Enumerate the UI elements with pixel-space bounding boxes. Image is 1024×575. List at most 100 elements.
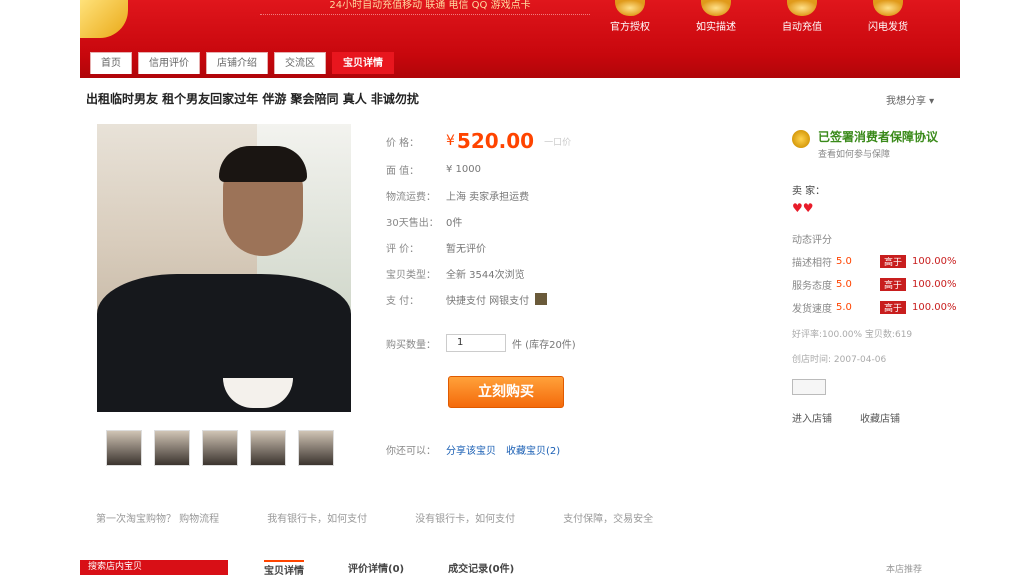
field-label: 面 值： (386, 165, 420, 177)
chat-icon[interactable] (792, 379, 826, 395)
currency-symbol: ¥ (446, 133, 455, 149)
field-label: 支 付： (386, 295, 420, 307)
thumbnail[interactable] (298, 430, 334, 466)
banner-slogan: 24小时自动充值移动 联通 电信 QQ 游戏点卡 (329, 0, 531, 11)
thumbnail[interactable] (106, 430, 142, 466)
dsr-row: 发货速度 5.0 高于 100.00% (792, 300, 962, 315)
product-info: 价 格： ¥ 520.00 一口价 面 值： ¥ 1000 物流运费： 上海 卖家承… (386, 126, 776, 356)
help-link[interactable]: 没有银行卡，如何支付 (415, 510, 515, 525)
badge-label: 自动充值 (782, 22, 822, 33)
price-value: 520.00 (456, 129, 535, 153)
tab-item-detail[interactable]: 宝贝详情 (332, 52, 394, 74)
payment-icon (535, 293, 548, 305)
coin-icon (873, 0, 903, 16)
dsr-tag: 高于 (880, 301, 907, 314)
coin-icon (787, 0, 817, 16)
coin-icon (615, 0, 645, 16)
tab-reviews[interactable]: 信用评价 (138, 52, 200, 74)
share-dropdown[interactable]: 我想分享 ▾ (886, 92, 934, 107)
share-row: 你还可以： 分享该宝贝 收藏宝贝(2) (386, 442, 560, 457)
store-nav-tabs: 首页 信用评价 店铺介绍 交流区 宝贝详情 (90, 52, 394, 74)
tab-item-details[interactable]: 宝贝详情 (264, 560, 304, 575)
quantity-input[interactable]: 1 (446, 334, 506, 352)
field-row: 评 价： 暂无评价 (386, 234, 776, 260)
tab-home[interactable]: 首页 (90, 52, 132, 74)
photo-person-body (97, 274, 351, 412)
favorite-item-link[interactable]: 收藏宝贝(2) (506, 442, 560, 457)
field-row: 宝贝类型： 全新 3544次浏览 (386, 260, 776, 286)
seller-rank-hearts: ♥♥ (792, 201, 814, 215)
dsr-percent: 100.00% (912, 302, 957, 313)
field-value: 快捷支付 网银支付 (446, 295, 530, 307)
share-label: 你还可以： (386, 446, 436, 457)
thumbnail[interactable] (250, 430, 286, 466)
banner-divider (260, 14, 590, 19)
shop-links: 进入店铺 收藏店铺 (792, 410, 962, 425)
badge-fast-shipping: 闪电发货 (856, 0, 920, 33)
field-row: 面 值： ¥ 1000 (386, 156, 776, 182)
shop-search-header: 搜索店内宝贝 (80, 560, 228, 575)
help-link[interactable]: 支付保障，交易安全 (563, 510, 653, 525)
seller-panel: 已签署消费者保障协议 查看如何参与保障 卖 家： ♥♥ 动态评分 描述相符 5.0… (792, 128, 962, 425)
tab-review-details[interactable]: 评价详情(0) (348, 560, 404, 575)
guarantee-icon (792, 130, 810, 148)
price-row: 价 格： ¥ 520.00 一口价 (386, 126, 776, 156)
help-links: 第一次淘宝购物？ 购物流程 我有银行卡，如何支付 没有银行卡，如何支付 支付保障… (96, 510, 896, 525)
field-label: 30天售出： (386, 217, 439, 229)
field-value: 全新 3544次浏览 (446, 269, 525, 281)
badge-label: 官方授权 (610, 22, 650, 33)
field-row: 物流运费： 上海 卖家承担运费 (386, 182, 776, 208)
dsr-label: 发货速度 (792, 304, 832, 315)
quantity-label: 购买数量： (386, 339, 436, 351)
thumbnail[interactable] (154, 430, 190, 466)
share-item-link[interactable]: 分享该宝贝 (446, 442, 496, 457)
dsr-percent: 100.00% (912, 279, 957, 290)
dsr-score: 5.0 (836, 279, 852, 290)
dsr-tag: 高于 (880, 278, 907, 291)
field-row: 30天售出： 0件 (386, 208, 776, 234)
product-photo (97, 124, 351, 412)
badge-official: 官方授权 (598, 0, 662, 33)
field-value: ¥ 1000 (446, 163, 481, 175)
buy-now-button[interactable]: 立刻购买 (448, 376, 564, 408)
shop-recommend: 本店推荐 (886, 565, 923, 575)
field-value: 0件 (446, 217, 463, 229)
dsr-score: 5.0 (836, 302, 852, 313)
seller-meta-rate: 好评率:100.00% 宝贝数:619 (792, 330, 913, 340)
service-badges: 官方授权 如实描述 自动充值 闪电发货 (598, 0, 920, 33)
field-row: 支 付： 快捷支付 网银支付 (386, 286, 776, 312)
seller-meta-date: 创店时间: 2007-04-06 (792, 355, 887, 365)
guarantee-link[interactable]: 查看如何参与保障 (818, 147, 962, 160)
dsr-row: 服务态度 5.0 高于 100.00% (792, 277, 962, 292)
thumbnail-strip (106, 430, 334, 466)
photo-person-hair (219, 146, 307, 182)
price-label: 价 格： (386, 137, 420, 149)
dsr-percent: 100.00% (912, 256, 957, 267)
price-type: 一口价 (544, 137, 572, 148)
dsr-tag: 高于 (880, 255, 907, 268)
field-label: 宝贝类型： (386, 269, 436, 281)
tab-forum[interactable]: 交流区 (274, 52, 326, 74)
badge-accurate: 如实描述 (684, 0, 748, 33)
badge-label: 如实描述 (696, 22, 736, 33)
tab-transaction-records[interactable]: 成交记录(0件) (448, 560, 514, 575)
favorite-shop-link[interactable]: 收藏店铺 (860, 410, 900, 425)
tab-shop-intro[interactable]: 店铺介绍 (206, 52, 268, 74)
dsr-score: 5.0 (836, 256, 852, 267)
badge-label: 闪电发货 (868, 22, 908, 33)
enter-shop-link[interactable]: 进入店铺 (792, 410, 832, 425)
field-value: 上海 卖家承担运费 (446, 191, 530, 203)
dsr-row: 描述相符 5.0 高于 100.00% (792, 254, 962, 269)
detail-tabs: 宝贝详情 评价详情(0) 成交记录(0件) (264, 560, 514, 575)
page: { "banner": { "slogan": "24小时自动充值移动 联通 电… (0, 0, 1024, 575)
thumbnail[interactable] (202, 430, 238, 466)
help-link[interactable]: 第一次淘宝购物？ 购物流程 (96, 510, 219, 525)
coin-icon (701, 0, 731, 16)
dsr-label: 描述相符 (792, 258, 832, 269)
dsr-label: 服务态度 (792, 281, 832, 292)
quantity-row: 购买数量： 1 件 (库存20件) (386, 330, 776, 356)
seller-name: 卖 家： (792, 186, 826, 197)
help-link[interactable]: 我有银行卡，如何支付 (267, 510, 367, 525)
field-label: 物流运费： (386, 191, 436, 203)
store-logo (80, 0, 128, 38)
